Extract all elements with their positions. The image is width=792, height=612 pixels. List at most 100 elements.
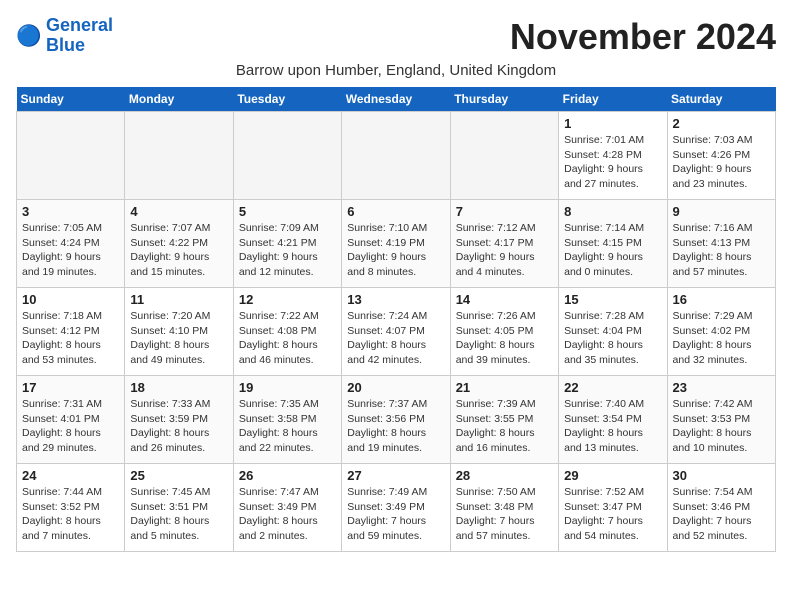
- day-info: Sunrise: 7:12 AMSunset: 4:17 PMDaylight:…: [456, 221, 553, 280]
- calendar-cell: 9 Sunrise: 7:16 AMSunset: 4:13 PMDaylight…: [667, 200, 775, 288]
- day-info: Sunrise: 7:14 AMSunset: 4:15 PMDaylight:…: [564, 221, 661, 280]
- svg-text:🔵: 🔵: [16, 23, 42, 47]
- day-info: Sunrise: 7:47 AMSunset: 3:49 PMDaylight:…: [239, 485, 336, 544]
- calendar-week-row: 3 Sunrise: 7:05 AMSunset: 4:24 PMDaylight…: [17, 200, 776, 288]
- calendar-cell: [342, 112, 450, 200]
- day-number: 7: [456, 204, 553, 219]
- logo: 🔵 General Blue: [16, 16, 113, 56]
- logo-text: General Blue: [46, 16, 113, 56]
- day-number: 23: [673, 380, 770, 395]
- day-info: Sunrise: 7:16 AMSunset: 4:13 PMDaylight:…: [673, 221, 770, 280]
- calendar-table: SundayMondayTuesdayWednesdayThursdayFrid…: [16, 87, 776, 552]
- calendar-cell: 14 Sunrise: 7:26 AMSunset: 4:05 PMDayligh…: [450, 288, 558, 376]
- calendar-cell: [233, 112, 341, 200]
- day-number: 25: [130, 468, 227, 483]
- day-number: 15: [564, 292, 661, 307]
- calendar-cell: 20 Sunrise: 7:37 AMSunset: 3:56 PMDayligh…: [342, 376, 450, 464]
- calendar-cell: 15 Sunrise: 7:28 AMSunset: 4:04 PMDayligh…: [559, 288, 667, 376]
- calendar-week-row: 1Sunrise: 7:01 AMSunset: 4:28 PMDaylight…: [17, 112, 776, 200]
- calendar-cell: 17 Sunrise: 7:31 AMSunset: 4:01 PMDayligh…: [17, 376, 125, 464]
- calendar-week-row: 17 Sunrise: 7:31 AMSunset: 4:01 PMDayligh…: [17, 376, 776, 464]
- calendar-cell: 4 Sunrise: 7:07 AMSunset: 4:22 PMDaylight…: [125, 200, 233, 288]
- calendar-header-saturday: Saturday: [667, 87, 775, 112]
- calendar-header-wednesday: Wednesday: [342, 87, 450, 112]
- day-info: Sunrise: 7:18 AMSunset: 4:12 PMDaylight:…: [22, 309, 119, 368]
- day-info: Sunrise: 7:45 AMSunset: 3:51 PMDaylight:…: [130, 485, 227, 544]
- day-info: Sunrise: 7:29 AMSunset: 4:02 PMDaylight:…: [673, 309, 770, 368]
- calendar-cell: [450, 112, 558, 200]
- subtitle: Barrow upon Humber, England, United King…: [16, 62, 776, 79]
- calendar-cell: 18 Sunrise: 7:33 AMSunset: 3:59 PMDayligh…: [125, 376, 233, 464]
- calendar-cell: 5Sunrise: 7:09 AMSunset: 4:21 PMDaylight…: [233, 200, 341, 288]
- day-info: Sunrise: 7:39 AMSunset: 3:55 PMDaylight:…: [456, 397, 553, 456]
- day-number: 4: [130, 204, 227, 219]
- calendar-header-sunday: Sunday: [17, 87, 125, 112]
- day-number: 22: [564, 380, 661, 395]
- calendar-cell: 24 Sunrise: 7:44 AMSunset: 3:52 PMDayligh…: [17, 464, 125, 552]
- day-info: Sunrise: 7:44 AMSunset: 3:52 PMDaylight:…: [22, 485, 119, 544]
- day-info: Sunrise: 7:37 AMSunset: 3:56 PMDaylight:…: [347, 397, 444, 456]
- calendar-header-thursday: Thursday: [450, 87, 558, 112]
- logo-line1: General: [46, 15, 113, 35]
- day-number: 21: [456, 380, 553, 395]
- day-number: 17: [22, 380, 119, 395]
- calendar-cell: 2 Sunrise: 7:03 AMSunset: 4:26 PMDaylight…: [667, 112, 775, 200]
- day-number: 18: [130, 380, 227, 395]
- calendar-cell: 23 Sunrise: 7:42 AMSunset: 3:53 PMDayligh…: [667, 376, 775, 464]
- day-number: 6: [347, 204, 444, 219]
- calendar-header-monday: Monday: [125, 87, 233, 112]
- day-number: 19: [239, 380, 336, 395]
- day-info: Sunrise: 7:50 AMSunset: 3:48 PMDaylight:…: [456, 485, 553, 544]
- calendar-header-tuesday: Tuesday: [233, 87, 341, 112]
- day-info: Sunrise: 7:26 AMSunset: 4:05 PMDaylight:…: [456, 309, 553, 368]
- calendar-cell: 11Sunrise: 7:20 AMSunset: 4:10 PMDayligh…: [125, 288, 233, 376]
- day-number: 14: [456, 292, 553, 307]
- day-number: 12: [239, 292, 336, 307]
- calendar-cell: 13 Sunrise: 7:24 AMSunset: 4:07 PMDayligh…: [342, 288, 450, 376]
- day-number: 8: [564, 204, 661, 219]
- day-number: 24: [22, 468, 119, 483]
- day-number: 10: [22, 292, 119, 307]
- day-number: 2: [673, 116, 770, 131]
- day-number: 16: [673, 292, 770, 307]
- calendar-week-row: 10 Sunrise: 7:18 AMSunset: 4:12 PMDayligh…: [17, 288, 776, 376]
- day-info: Sunrise: 7:35 AMSunset: 3:58 PMDaylight:…: [239, 397, 336, 456]
- day-info: Sunrise: 7:49 AMSunset: 3:49 PMDaylight:…: [347, 485, 444, 544]
- day-number: 29: [564, 468, 661, 483]
- day-number: 1: [564, 116, 661, 131]
- month-title: November 2024: [510, 16, 776, 58]
- day-info: Sunrise: 7:42 AMSunset: 3:53 PMDaylight:…: [673, 397, 770, 456]
- calendar-header-friday: Friday: [559, 87, 667, 112]
- day-number: 28: [456, 468, 553, 483]
- day-info: Sunrise: 7:31 AMSunset: 4:01 PMDaylight:…: [22, 397, 119, 456]
- day-info: Sunrise: 7:03 AMSunset: 4:26 PMDaylight:…: [673, 133, 770, 192]
- calendar-header-row: SundayMondayTuesdayWednesdayThursdayFrid…: [17, 87, 776, 112]
- day-info: Sunrise: 7:24 AMSunset: 4:07 PMDaylight:…: [347, 309, 444, 368]
- day-number: 20: [347, 380, 444, 395]
- calendar-cell: 7 Sunrise: 7:12 AMSunset: 4:17 PMDaylight…: [450, 200, 558, 288]
- calendar-cell: 8 Sunrise: 7:14 AMSunset: 4:15 PMDaylight…: [559, 200, 667, 288]
- day-number: 13: [347, 292, 444, 307]
- day-number: 3: [22, 204, 119, 219]
- day-number: 30: [673, 468, 770, 483]
- day-info: Sunrise: 7:33 AMSunset: 3:59 PMDaylight:…: [130, 397, 227, 456]
- day-number: 11: [130, 292, 227, 307]
- calendar-cell: 27Sunrise: 7:49 AMSunset: 3:49 PMDayligh…: [342, 464, 450, 552]
- calendar-cell: 22 Sunrise: 7:40 AMSunset: 3:54 PMDayligh…: [559, 376, 667, 464]
- day-info: Sunrise: 7:09 AMSunset: 4:21 PMDaylight:…: [239, 221, 336, 280]
- logo-line2: Blue: [46, 35, 85, 55]
- calendar-cell: [125, 112, 233, 200]
- day-number: 9: [673, 204, 770, 219]
- day-info: Sunrise: 7:10 AMSunset: 4:19 PMDaylight:…: [347, 221, 444, 280]
- calendar-cell: 10 Sunrise: 7:18 AMSunset: 4:12 PMDayligh…: [17, 288, 125, 376]
- calendar-cell: 12Sunrise: 7:22 AMSunset: 4:08 PMDayligh…: [233, 288, 341, 376]
- day-info: Sunrise: 7:54 AMSunset: 3:46 PMDaylight:…: [673, 485, 770, 544]
- day-info: Sunrise: 7:07 AMSunset: 4:22 PMDaylight:…: [130, 221, 227, 280]
- day-info: Sunrise: 7:40 AMSunset: 3:54 PMDaylight:…: [564, 397, 661, 456]
- calendar-cell: 1Sunrise: 7:01 AMSunset: 4:28 PMDaylight…: [559, 112, 667, 200]
- calendar-cell: 25 Sunrise: 7:45 AMSunset: 3:51 PMDayligh…: [125, 464, 233, 552]
- day-info: Sunrise: 7:05 AMSunset: 4:24 PMDaylight:…: [22, 221, 119, 280]
- calendar-cell: 19 Sunrise: 7:35 AMSunset: 3:58 PMDayligh…: [233, 376, 341, 464]
- logo-icon: 🔵: [16, 22, 44, 50]
- day-info: Sunrise: 7:28 AMSunset: 4:04 PMDaylight:…: [564, 309, 661, 368]
